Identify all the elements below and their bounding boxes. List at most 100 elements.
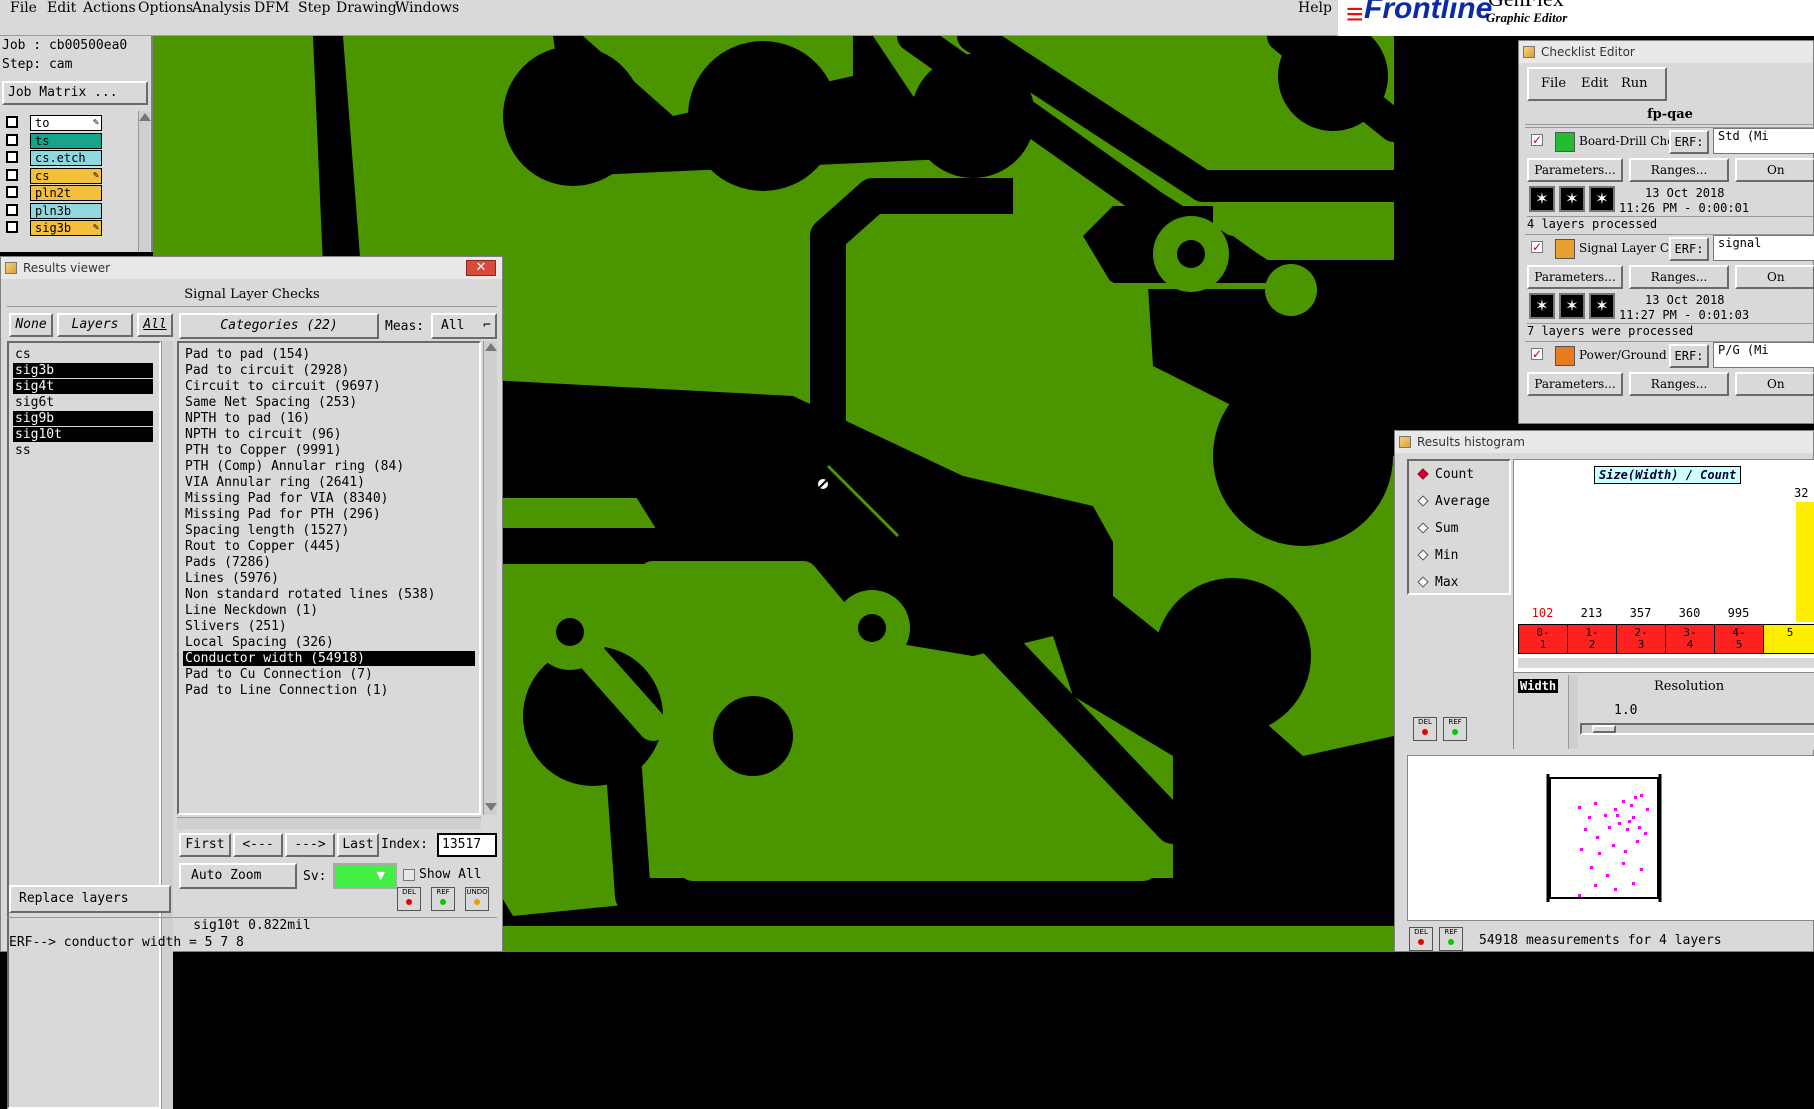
results-viewer-titlebar[interactable]: Results viewer ✕ [1,257,502,279]
layer-checkbox[interactable] [6,116,18,128]
category-item[interactable]: Non standard rotated lines (538) [183,587,475,602]
categories-list[interactable]: Pad to pad (154) Pad to circuit (2928) Cir… [177,341,481,815]
categories-scrollbar[interactable] [483,341,497,815]
layer-item-pln3b[interactable]: pln3b [30,202,102,219]
histogram-bar-5[interactable] [1796,502,1814,622]
layer-checkbox[interactable] [6,186,18,198]
checklist-menu-edit[interactable]: Edit [1581,76,1608,91]
run-action-icon[interactable]: ✶ [1559,186,1585,212]
run-action-icon[interactable]: ✶ [1589,186,1615,212]
menu-dfm[interactable]: DFM [254,0,289,16]
results-layer-scrollbar[interactable] [161,341,173,1109]
check-enabled-checkbox[interactable]: ✓ [1531,241,1543,253]
run-action-icon[interactable]: ✶ [1529,186,1555,212]
results-layer-item[interactable]: sig10t [13,427,153,442]
layer-list-scrollbar[interactable] [138,111,151,252]
menu-file[interactable]: File [10,0,37,16]
checklist-titlebar[interactable]: Checklist Editor [1519,41,1813,63]
category-item[interactable]: Pad to Cu Connection (7) [183,667,475,682]
width-list-scrollbar[interactable] [1568,675,1578,749]
results-layer-item[interactable]: sig9b [13,411,153,426]
category-item[interactable]: Pad to Line Connection (1) [183,683,475,698]
histogram-bin[interactable]: 0- 1 [1519,625,1568,653]
results-layer-list[interactable]: cs sig3b sig4t sig6t sig9b sig10t ss [7,341,161,1109]
category-item[interactable]: Missing Pad for VIA (8340) [183,491,475,506]
show-all-checkbox[interactable] [403,869,415,881]
erf-value[interactable]: signal [1713,235,1814,261]
on-button[interactable]: On [1735,372,1814,396]
check-enabled-checkbox[interactable]: ✓ [1531,134,1543,146]
auto-zoom-dropdown[interactable]: Auto Zoom [179,863,297,889]
hist-ref-button[interactable]: REF [1443,717,1467,741]
category-item[interactable]: Lines (5976) [183,571,475,586]
histogram-hscrollbar[interactable] [1518,658,1814,668]
first-button[interactable]: First [179,833,231,857]
histogram-titlebar[interactable]: Results histogram [1395,431,1813,453]
histogram-bin[interactable]: 4- 5 [1715,625,1764,653]
ranges-button[interactable]: Ranges... [1629,265,1729,289]
category-item[interactable]: Rout to Copper (445) [183,539,475,554]
histogram-option-sum[interactable]: Sum [1417,521,1458,536]
results-layer-item[interactable]: sig4t [13,379,153,394]
undo-button[interactable]: UNDO [465,887,489,911]
erf-button[interactable]: ERF: [1669,237,1709,261]
check-enabled-checkbox[interactable]: ✓ [1531,348,1543,360]
all-layers-button[interactable]: All [137,313,173,337]
category-item[interactable]: Pad to circuit (2928) [183,363,475,378]
scroll-up-icon[interactable] [485,343,497,351]
results-layer-item[interactable]: ss [13,443,153,458]
preview-ref-button[interactable]: REF [1439,927,1463,951]
index-input[interactable]: 13517 [437,833,497,857]
del-button[interactable]: DEL [397,887,421,911]
width-list-item[interactable]: Width [1518,679,1559,693]
results-layer-item[interactable]: sig6t [13,395,153,410]
hist-del-button[interactable]: DEL [1413,717,1437,741]
layer-checkbox[interactable] [6,221,18,233]
layer-checkbox[interactable] [6,168,18,181]
severity-dropdown[interactable]: ▼ [333,863,397,889]
category-item[interactable]: Conductor width (54918) [183,651,475,666]
layer-item-ts[interactable]: ts [30,132,102,149]
categories-button[interactable]: Categories (22) [179,313,379,339]
resolution-slider-handle[interactable] [1592,725,1616,733]
histogram-option-count[interactable]: Count [1417,467,1474,482]
histogram-bin[interactable]: 1- 2 [1568,625,1617,653]
category-item[interactable]: VIA Annular ring (2641) [183,475,475,490]
ranges-button[interactable]: Ranges... [1629,158,1729,182]
none-button[interactable]: None [9,313,53,337]
category-item[interactable]: Pads (7286) [183,555,475,570]
erf-value[interactable]: Std (Mi [1713,128,1814,154]
on-button[interactable]: On [1735,158,1814,182]
scroll-up-icon[interactable] [139,113,151,121]
histogram-option-max[interactable]: Max [1417,575,1458,590]
menu-options[interactable]: Options [138,0,193,16]
category-item[interactable]: Missing Pad for PTH (296) [183,507,475,522]
category-item[interactable]: Same Net Spacing (253) [183,395,475,410]
layers-button[interactable]: Layers [57,313,133,337]
category-item[interactable]: Circuit to circuit (9697) [183,379,475,394]
layer-item-cs.etch[interactable]: cs.etch [30,150,102,166]
category-item[interactable]: Slivers (251) [183,619,475,634]
layer-checkbox[interactable] [6,203,18,216]
prev-button[interactable]: <--- [233,833,283,857]
run-action-icon[interactable]: ✶ [1559,293,1585,319]
close-icon[interactable]: ✕ [466,260,496,276]
parameters-button[interactable]: Parameters... [1527,158,1623,182]
menu-step[interactable]: Step [298,0,330,16]
erf-value[interactable]: P/G (Mi [1713,342,1814,368]
histogram-bin[interactable]: 2- 3 [1617,625,1666,653]
menu-analysis[interactable]: Analysis [192,0,251,16]
category-item[interactable]: NPTH to pad (16) [183,411,475,426]
category-item[interactable]: Local Spacing (326) [183,635,475,650]
meas-dropdown[interactable]: All ⌐ [431,313,497,339]
checklist-menu-file[interactable]: File [1541,76,1566,91]
resolution-slider[interactable] [1580,723,1814,735]
checklist-menu-run[interactable]: Run [1621,76,1648,91]
menu-help[interactable]: Help [1298,0,1332,16]
categories-hscrollbar[interactable] [177,817,481,829]
layer-item-pln2t[interactable]: pln2t [30,185,102,201]
category-item[interactable]: PTH (Comp) Annular ring (84) [183,459,475,474]
layer-item-cs[interactable]: cs ✎ [30,167,102,184]
run-action-icon[interactable]: ✶ [1529,293,1555,319]
menu-edit[interactable]: Edit [47,0,76,16]
